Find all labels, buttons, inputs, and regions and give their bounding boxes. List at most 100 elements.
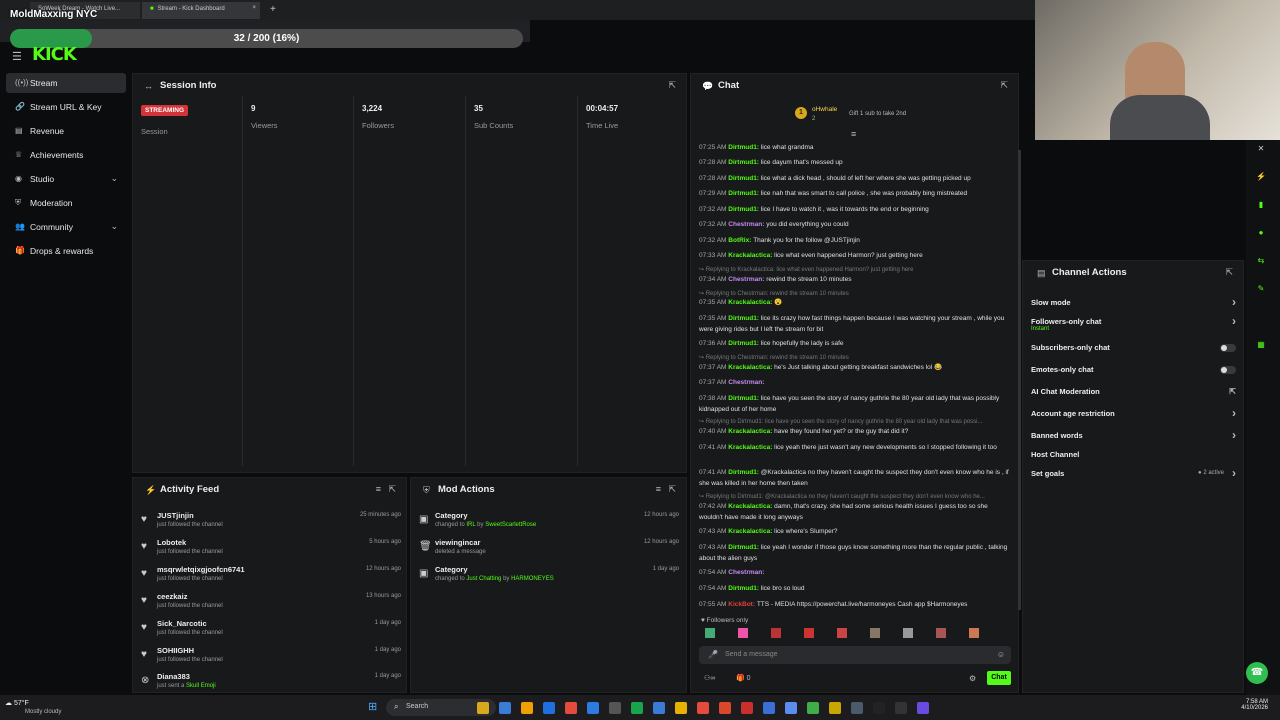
channel-action-host-channel[interactable]: Host Channel (1031, 450, 1236, 459)
emote-icon[interactable] (738, 628, 748, 638)
chat-username[interactable]: Chestrman: (728, 221, 766, 228)
popout-icon[interactable]: ⇱ (668, 484, 676, 495)
sidebar-item-community[interactable]: 👥 Community ⌄ (6, 217, 126, 237)
chat-username[interactable]: Chestrman: (728, 276, 766, 283)
taskbar-app-icon[interactable] (631, 702, 643, 714)
points-icon[interactable]: ⚇∞ (704, 674, 715, 682)
filter-icon[interactable]: ≡ (376, 484, 381, 494)
channel-action-followers-only-chat[interactable]: Followers-only chat Instant › (1031, 314, 1236, 332)
popout-icon[interactable]: ⇱ (1000, 80, 1008, 91)
channel-action-slow-mode[interactable]: Slow mode › (1031, 295, 1236, 309)
taskbar-app-icon[interactable] (917, 702, 929, 714)
channel-action-emotes-only-chat[interactable]: Emotes-only chat (1031, 365, 1236, 374)
taskbar-app-icon[interactable] (785, 702, 797, 714)
chat-reply-context[interactable]: ↪ Replying to Dirtmud1: lice have you se… (699, 418, 1011, 425)
channel-action-account-age-restriction[interactable]: Account age restriction › (1031, 406, 1236, 420)
taskbar-app-icon[interactable] (653, 702, 665, 714)
feed-user[interactable]: Diana383 (157, 672, 190, 681)
channel-action-subscribers-only-chat[interactable]: Subscribers-only chat (1031, 343, 1236, 352)
taskbar-app-icon[interactable] (675, 702, 687, 714)
chat-username[interactable]: Krackalactica: (728, 503, 774, 510)
wrench-icon[interactable]: ✎ (1252, 280, 1270, 298)
chat-username[interactable]: Dirtmud1: (728, 190, 761, 197)
sidebar-item-stream[interactable]: ((•)) Stream (6, 73, 126, 93)
sidebar-item-studio[interactable]: ◉ Studio ⌄ (6, 169, 126, 189)
taskbar-app-icon[interactable] (477, 702, 489, 714)
emote-icon[interactable] (771, 628, 781, 638)
taskbar-app-icon[interactable] (873, 702, 885, 714)
channel-action-ai-chat-moderation[interactable]: AI Chat Moderation ⇱ (1031, 387, 1236, 396)
sidebar-item-revenue[interactable]: ▤ Revenue (6, 121, 126, 141)
clock[interactable]: 7:58 AM 4/10/2026 (1241, 699, 1268, 711)
chat-username[interactable]: BotRix: (728, 237, 753, 244)
taskbar-app-icon[interactable] (587, 702, 599, 714)
feed-user[interactable]: JUSTjinjin (157, 511, 194, 520)
feed-user[interactable]: msqrwletqixgjoofcn6741 (157, 565, 245, 574)
chat-username[interactable]: Krackalactica: (728, 252, 774, 259)
emote-icon[interactable] (705, 628, 715, 638)
filter-icon[interactable]: ≡ (656, 484, 661, 494)
chat-username[interactable]: Dirtmud1: (728, 206, 761, 213)
taskbar-app-icon[interactable] (697, 702, 709, 714)
popout-icon[interactable]: ⇱ (1225, 267, 1233, 278)
feed-user[interactable]: SOHIIGHH (157, 646, 194, 655)
taskbar-app-icon[interactable] (521, 702, 533, 714)
feed-user[interactable]: ceezkaiz (157, 592, 187, 601)
chat-username[interactable]: Dirtmud1: (728, 544, 761, 551)
chat-input[interactable]: 🎤 Send a message ☺ (699, 646, 1011, 664)
browser-tab-dashboard[interactable]: ■ Stream - Kick Dashboard × (142, 2, 260, 19)
emote-icon[interactable] (804, 628, 814, 638)
taskbar-app-icon[interactable] (895, 702, 907, 714)
top-gifter-name[interactable]: oHwhale (812, 106, 837, 113)
windows-start-icon[interactable]: ⊞ (368, 700, 377, 713)
taskbar-app-icon[interactable] (741, 702, 753, 714)
chat-username[interactable]: Dirtmud1: (728, 144, 761, 151)
sidebar-item-drops[interactable]: 🎁 Drops & rewards (6, 241, 126, 261)
taskbar-app-icon[interactable] (851, 702, 863, 714)
send-chat-button[interactable]: Chat (987, 671, 1011, 685)
sidebar-item-moderation[interactable]: ⛨ Moderation (6, 193, 126, 213)
app-icon[interactable]: ▦ (1252, 336, 1270, 354)
close-icon[interactable]: ✕ (1252, 140, 1270, 158)
emote-icon[interactable] (969, 628, 979, 638)
toggle-switch[interactable] (1220, 366, 1236, 374)
emote-icon[interactable]: ☺ (997, 650, 1005, 659)
chat-username[interactable]: Dirtmud1: (728, 159, 761, 166)
chat-username[interactable]: Krackalactica: (728, 428, 774, 435)
chat-username[interactable]: Chestrman: (728, 569, 764, 576)
chat-username[interactable]: Dirtmud1: (728, 315, 761, 322)
taskbar-app-icon[interactable] (719, 702, 731, 714)
microphone-icon[interactable]: 🎤 (708, 650, 718, 659)
switch-icon[interactable]: ⇆ (1252, 252, 1270, 270)
sidebar-item-stream-url[interactable]: 🔗 Stream URL & Key (6, 97, 126, 117)
weather-icon[interactable]: ☁ 57°F (5, 699, 29, 707)
channel-action-set-goals[interactable]: Set goals › ● 2 active (1031, 466, 1236, 480)
chat-username[interactable]: Dirtmud1: (728, 469, 761, 476)
chat-username[interactable]: Krackalactica: (728, 364, 774, 371)
emote-icon[interactable] (837, 628, 847, 638)
popout-icon[interactable]: ⇱ (388, 484, 396, 495)
support-icon[interactable]: ☎ (1246, 662, 1268, 684)
kick-logo[interactable]: KICK (32, 44, 77, 65)
chat-reply-context[interactable]: ↪ Replying to Chestrman: rewind the stre… (699, 290, 1011, 297)
feed-user[interactable]: Sick_Narcotic (157, 619, 207, 628)
chat-username[interactable]: Krackalactica: (728, 528, 774, 535)
chat-scrollbar[interactable] (1018, 150, 1021, 610)
chat-username[interactable]: Dirtmud1: (728, 175, 761, 182)
popout-icon[interactable]: ⇱ (668, 80, 676, 91)
mod-user[interactable]: HARMONEYES (511, 576, 554, 582)
menu-icon[interactable]: ☰ (12, 50, 22, 63)
sidebar-item-achievements[interactable]: ♕ Achievements (6, 145, 126, 165)
document-icon[interactable]: ▮ (1252, 196, 1270, 214)
taskbar-app-icon[interactable] (609, 702, 621, 714)
chat-bubble-icon[interactable]: ● (1252, 224, 1270, 242)
taskbar-app-icon[interactable] (499, 702, 511, 714)
mod-user[interactable]: SweetScarlettRose (485, 522, 536, 528)
collapse-icon[interactable]: ≡ (851, 129, 856, 139)
mod-action[interactable]: viewingincar (435, 538, 480, 547)
chat-username[interactable]: Dirtmud1: (728, 340, 761, 347)
bolt-icon[interactable]: ⚡ (1252, 168, 1270, 186)
toggle-switch[interactable] (1220, 344, 1236, 352)
taskbar-app-icon[interactable] (565, 702, 577, 714)
taskbar-app-icon[interactable] (807, 702, 819, 714)
